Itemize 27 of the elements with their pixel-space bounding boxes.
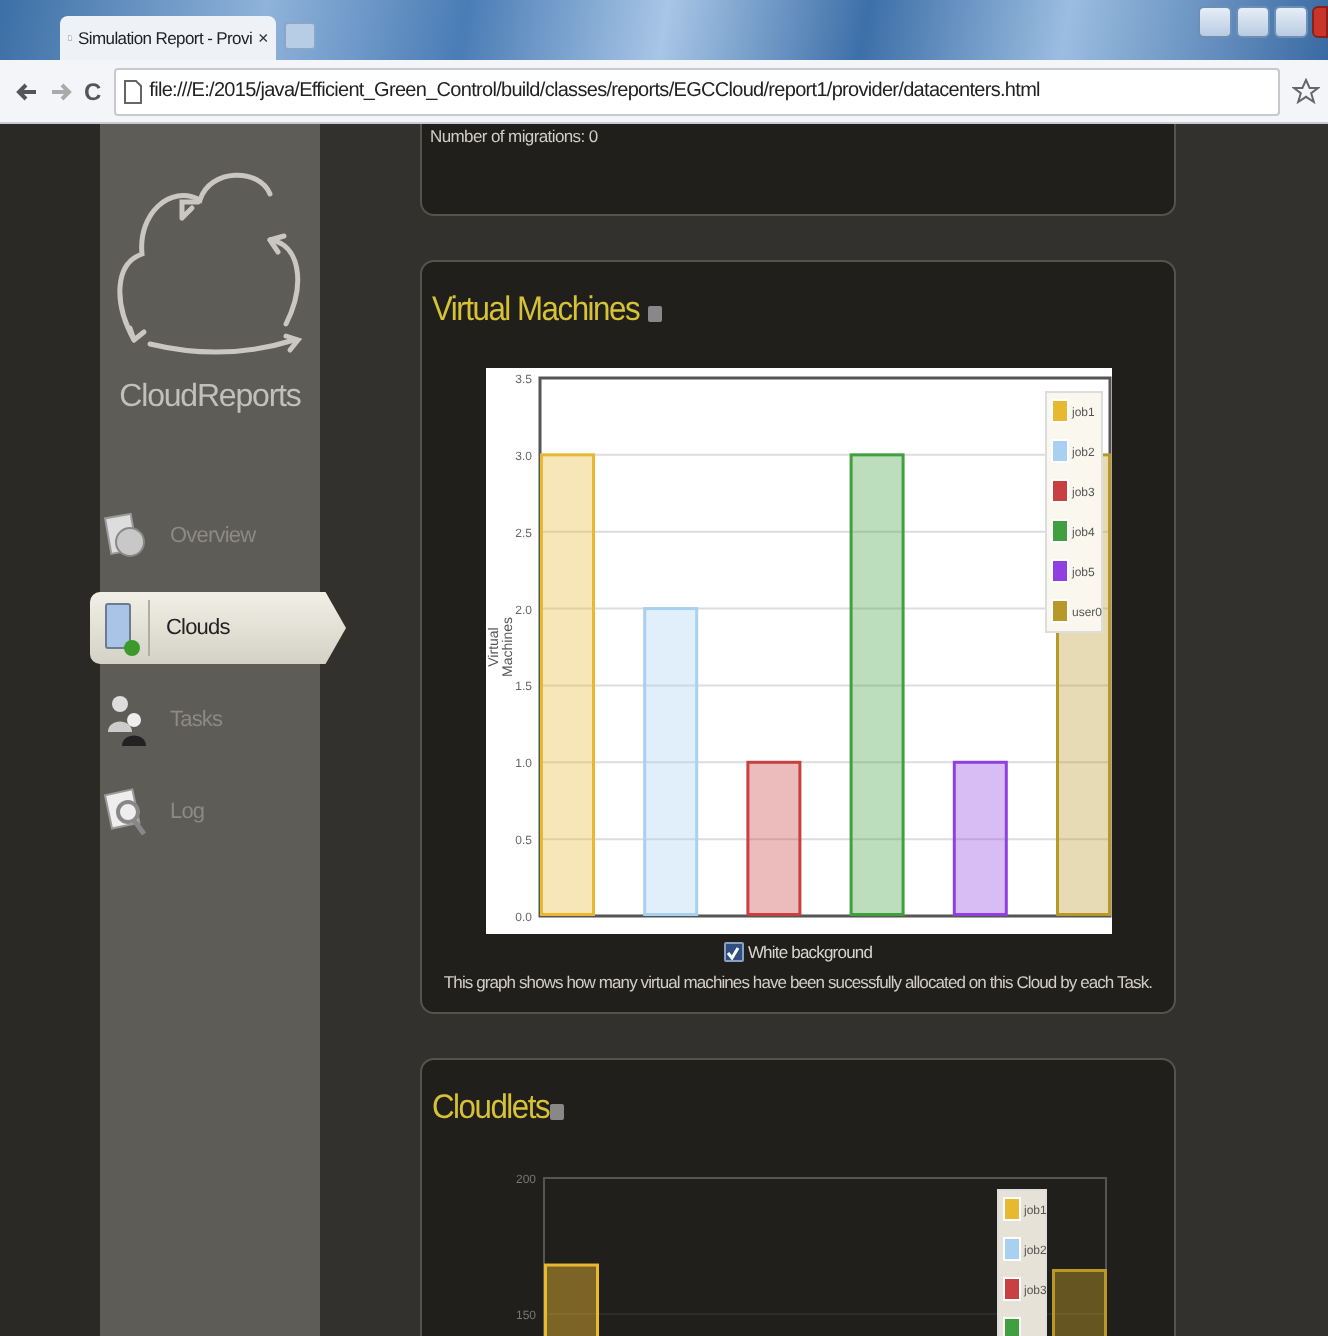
- minimize-button[interactable]: [1236, 6, 1270, 38]
- page-icon: [123, 79, 142, 103]
- url-text: file:///E:/2015/java/Efficient_Green_Control/build/classes/reports/EGCCloud/report1/provider/datacenters.html: [149, 80, 1040, 102]
- forward-icon[interactable]: [50, 81, 72, 101]
- tablet-icon: [100, 600, 144, 656]
- migrations-text: Number of migrations: 0: [428, 124, 600, 146]
- reload-button[interactable]: C: [84, 77, 102, 105]
- nav-item[interactable]: Clouds: [90, 592, 346, 664]
- checkbox-label: White background: [747, 942, 873, 962]
- bar: [1052, 1269, 1107, 1336]
- close-tab-button[interactable]: ×: [258, 28, 268, 48]
- bar: [544, 1263, 599, 1336]
- browser-tab[interactable]: Simulation Report - Provi ×: [60, 16, 276, 60]
- collapse-toggle-icon[interactable]: [647, 305, 662, 321]
- people-icon: [104, 692, 148, 748]
- maximize-button[interactable]: [1274, 6, 1308, 38]
- chart-caption: This graph shows how many virtual machines have been sucessfully allocated on this Cloud by each Task.: [441, 972, 1155, 996]
- star-icon[interactable]: [1292, 77, 1320, 105]
- collapse-toggle-icon[interactable]: [549, 1103, 564, 1119]
- address-field[interactable]: file:///E:/2015/java/Efficient_Green_Control/build/classes/reports/EGCCloud/report1/provider/datacenters.html: [113, 67, 1280, 115]
- section-title: Virtual Machines: [432, 290, 640, 330]
- back-icon[interactable]: [16, 81, 38, 101]
- user-button[interactable]: [1198, 6, 1232, 38]
- logo-text: CloudReports: [119, 380, 301, 416]
- magnifier-icon: [104, 784, 148, 840]
- checkbox[interactable]: [723, 942, 744, 962]
- section-title: Cloudlets: [432, 1088, 550, 1128]
